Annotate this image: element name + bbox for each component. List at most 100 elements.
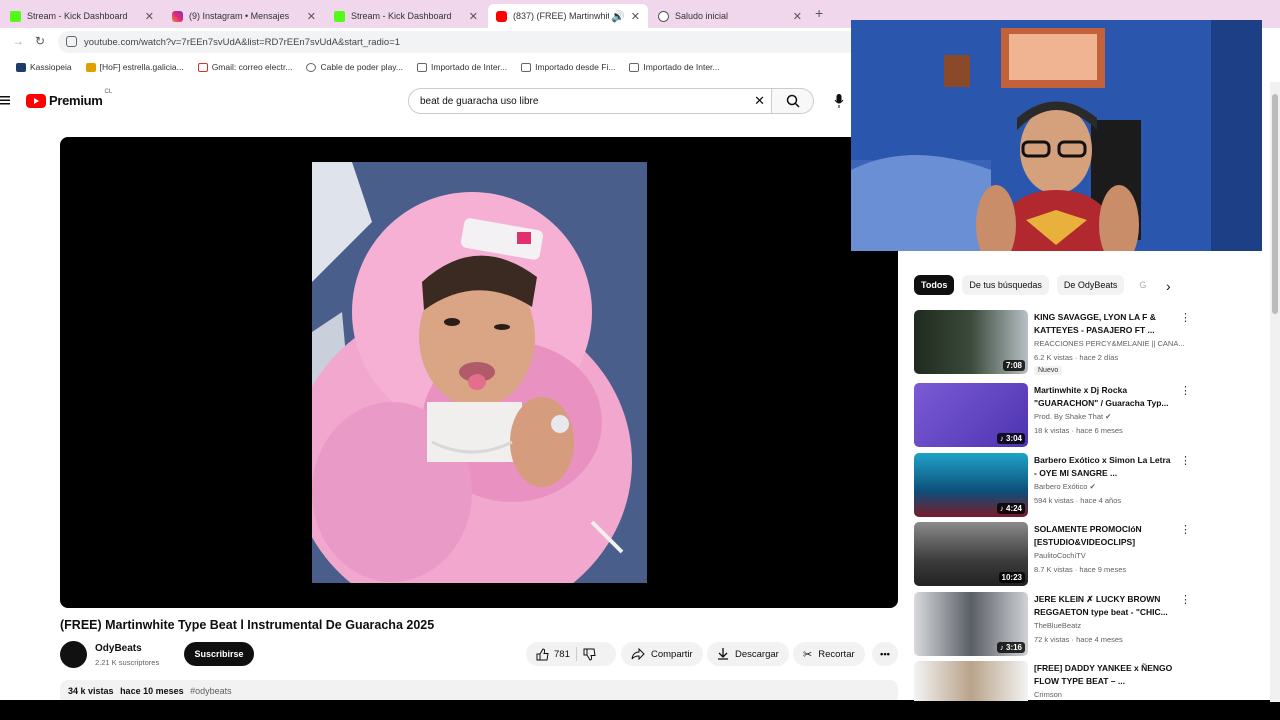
tab-title: (837) (FREE) Martinwhite Ty [513,11,609,21]
hashtag-link[interactable]: #odybeats [190,686,232,696]
speaker-icon[interactable]: 🔊 [611,10,625,23]
video-thumbnail[interactable]: 7:08 [914,310,1028,374]
search-button[interactable] [772,88,814,114]
duration-badge: ♪ 4:24 [996,503,1025,514]
bookmark-item[interactable]: Gmail: correo electr... [197,62,293,72]
bookmark-item[interactable]: Importado desde Fi... [521,62,615,72]
recommendation-title: [FREE] DADDY YANKEE x ÑENGO FLOW TYPE BE… [1034,663,1173,686]
bookmark-item[interactable]: Importado de Inter... [629,62,720,72]
bookmark-item[interactable]: [HoF] estrella.galicia... [85,62,184,72]
video-title: (FREE) Martinwhite Type Beat l Instrumen… [60,618,435,632]
video-thumbnail[interactable]: 10:23 [914,522,1028,586]
bookmark-item[interactable]: Cable de poder play... [306,62,403,72]
more-horizontal-icon: ••• [880,648,890,660]
browser-tab[interactable]: Stream - Kick Dashboard ✕ [2,4,162,28]
channel-name[interactable]: OdyBeats [95,643,142,654]
video-thumbnail[interactable]: ♪ 3:04 [914,383,1028,447]
recommendation-item[interactable]: ♪ 4:24 Barbero Exótico x Simon La Letra … [914,453,1191,517]
duration-badge: 10:23 [998,572,1025,583]
duration-badge: ♪ 3:04 [996,433,1025,444]
chip-all[interactable]: Todos [914,275,955,295]
clip-button[interactable]: ✂ Recortar [793,642,865,666]
subscribe-button[interactable]: Suscribirse [184,642,254,666]
search-input[interactable]: beat de guaracha uso libre ✕ [408,88,772,114]
video-player[interactable] [60,137,898,608]
recommendation-item[interactable]: ♪ 3:16 JERE KLEIN ✗ LUCKY BROWN REGGAETO… [914,592,1191,656]
download-icon [718,648,728,660]
chip-partial[interactable]: G [1132,275,1153,295]
video-thumbnail[interactable] [914,661,1028,701]
more-vert-icon[interactable]: ⋮ [1180,523,1191,536]
close-icon[interactable]: ✕ [631,10,640,23]
browser-tab[interactable]: Saludo inicial ✕ [650,4,810,28]
share-icon [631,648,645,660]
chip-from-channel[interactable]: De OdyBeats [1056,275,1125,295]
webcam-overlay [851,20,1262,251]
new-badge: Nuevo [1034,366,1063,375]
chevron-right-icon[interactable]: › [1166,278,1171,294]
url-text: youtube.com/watch?v=7rEEn7svUdA&list=RD7… [84,36,401,48]
youtube-logo[interactable]: Premium CL [26,89,112,108]
close-icon[interactable]: ✕ [145,10,154,23]
video-thumbnail[interactable]: ♪ 4:24 [914,453,1028,517]
thumbs-down-icon[interactable] [583,648,596,661]
more-vert-icon[interactable]: ⋮ [1180,384,1191,397]
chip-from-searches[interactable]: De tus búsquedas [962,275,1049,295]
video-thumbnail-art [312,162,647,583]
recommendation-channel: REACCIONES PERCY&MELANIE || CANA... [1034,339,1184,348]
site-info-icon[interactable] [66,36,77,47]
recommendation-stats: 6.2 K vistas · hace 2 días [1034,353,1119,362]
new-tab-button[interactable]: + [815,5,823,21]
clear-search-icon[interactable]: ✕ [754,93,765,109]
recommendation-stats: 594 k vistas · hace 4 años [1034,496,1122,505]
share-button[interactable]: Compartir [621,642,703,666]
close-icon[interactable]: ✕ [793,10,802,23]
more-vert-icon[interactable]: ⋮ [1180,593,1191,606]
bookmark-item[interactable]: Kassiopeia [16,62,72,72]
browser-tab[interactable]: (9) Instagram • Mensajes ✕ [164,4,324,28]
more-actions-button[interactable]: ••• [872,642,898,666]
recommendation-item[interactable]: ♪ 3:04 Martinwhite x Dj Rocka "GUARACHON… [914,383,1191,447]
bookmark-label: Cable de poder play... [320,62,404,72]
like-button[interactable]: 781 [536,647,570,661]
recommendation-item[interactable]: [FREE] DADDY YANKEE x ÑENGO FLOW TYPE BE… [914,661,1184,701]
reload-icon[interactable]: ↻ [35,34,45,48]
menu-icon[interactable] [0,95,10,105]
browser-tab-active[interactable]: (837) (FREE) Martinwhite Ty 🔊 ✕ [488,4,648,28]
tab-title: (9) Instagram • Mensajes [189,11,290,21]
forward-icon[interactable]: → [12,34,24,48]
bookmark-label: Importado desde Fi... [535,62,616,72]
like-count: 781 [554,648,570,660]
recommendation-title: SOLAMENTE PROMOCIóN [ESTUDIO&VIDEOCLIPS] [1034,524,1142,547]
thumbs-up-icon [536,647,549,660]
channel-avatar[interactable] [60,641,87,668]
recommendation-item[interactable]: 7:08 KING SAVAGGE, LYON LA F & KATTEYES … [914,310,1191,375]
scrollbar[interactable] [1270,82,1280,702]
bookmark-label: Importado de Inter... [431,62,508,72]
streamer-webcam-image [851,20,1262,251]
browser-tab[interactable]: Stream - Kick Dashboard ✕ [326,4,486,28]
more-vert-icon[interactable]: ⋮ [1180,454,1191,467]
youtube-play-icon [26,93,46,108]
bookmark-label: Importado de Inter... [643,62,720,72]
scrollbar-thumb[interactable] [1272,94,1278,314]
microphone-icon[interactable] [834,94,844,108]
recommendation-title: Barbero Exótico x Simon La Letra - OYE M… [1034,455,1171,478]
duration-badge: ♪ 3:16 [996,642,1025,653]
download-button[interactable]: Descargar [707,642,789,666]
close-icon[interactable]: ✕ [469,10,478,23]
folder-icon [629,62,640,72]
bookmark-label: Gmail: correo electr... [211,62,293,72]
chatgpt-icon [658,10,669,22]
more-vert-icon[interactable]: ⋮ [1180,311,1191,324]
more-vert-icon[interactable]: ⋮ [1180,662,1184,675]
search-icon [786,94,800,108]
logo-text: Premium [49,93,103,108]
address-bar[interactable]: youtube.com/watch?v=7rEEn7svUdA&list=RD7… [58,31,858,53]
bookmark-item[interactable]: Importado de Inter... [417,62,507,72]
clip-label: Recortar [818,648,855,660]
video-thumbnail[interactable]: ♪ 3:16 [914,592,1028,656]
recommendation-item[interactable]: 10:23 SOLAMENTE PROMOCIóN [ESTUDIO&VIDEO… [914,522,1191,586]
close-icon[interactable]: ✕ [307,10,316,23]
recommendation-stats: 18 k vistas · hace 6 meses [1034,426,1123,435]
